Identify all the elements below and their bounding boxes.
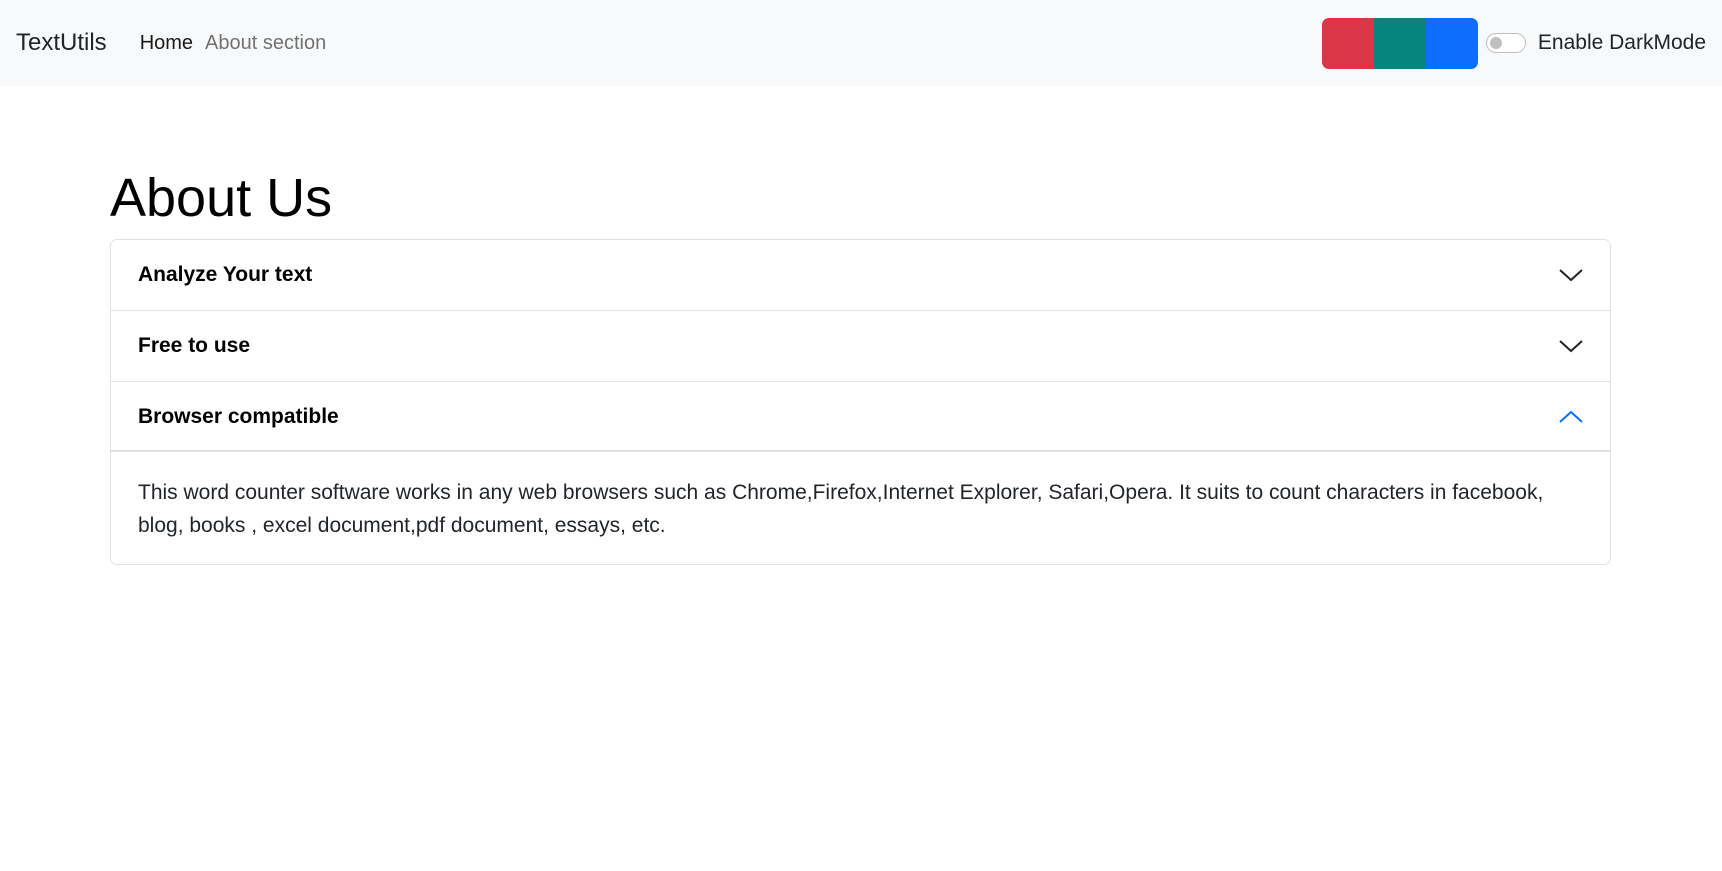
- nav-link-home[interactable]: Home: [140, 32, 193, 55]
- accordion-header-browser[interactable]: Browser compatible: [111, 382, 1610, 452]
- accordion-title: Browser compatible: [138, 404, 339, 428]
- accordion: Analyze Your text Free to use Browser co…: [110, 239, 1611, 565]
- red-theme-swatch[interactable]: [1321, 18, 1374, 69]
- accordion-header-free[interactable]: Free to use: [111, 311, 1610, 382]
- chevron-down-icon: [1559, 340, 1583, 353]
- accordion-header-analyze[interactable]: Analyze Your text: [111, 240, 1610, 311]
- page-title: About Us: [110, 168, 333, 228]
- darkmode-toggle-switch[interactable]: [1485, 32, 1526, 53]
- accordion-title: Analyze Your text: [138, 263, 313, 286]
- navbar: TextUtils Home About section Enable Dark…: [0, 0, 1722, 86]
- brand-link[interactable]: TextUtils: [16, 29, 107, 57]
- chevron-up-icon: [1559, 410, 1583, 423]
- accordion-title: Free to use: [138, 334, 251, 357]
- accordion-body-browser: This word counter software works in any …: [111, 452, 1610, 564]
- teal-theme-swatch[interactable]: [1373, 18, 1426, 69]
- blue-theme-swatch[interactable]: [1425, 18, 1478, 69]
- toggle-knob: [1489, 36, 1502, 49]
- nav-link-about[interactable]: About section: [205, 32, 326, 55]
- chevron-down-icon: [1559, 269, 1583, 282]
- navbar-right-group: Enable DarkMode: [1321, 18, 1706, 69]
- color-theme-swatches: [1321, 18, 1478, 69]
- darkmode-toggle-label[interactable]: Enable DarkMode: [1538, 31, 1706, 55]
